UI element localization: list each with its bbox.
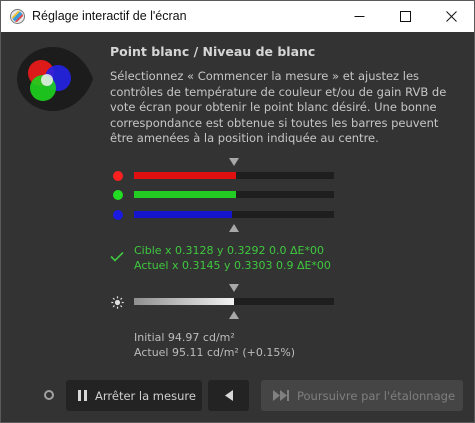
page-title: Point blanc / Niveau de blanc: [110, 44, 316, 59]
green-bar-fill: [134, 191, 236, 198]
stop-measurement-label: Arrêter la mesure: [95, 388, 196, 403]
continue-calibration-button[interactable]: Poursuivre par l'étalonnage: [261, 380, 463, 411]
minimize-icon: [354, 16, 364, 17]
minimize-button[interactable]: [336, 1, 382, 32]
actual-values: Actuel x 0.3145 y 0.3303 0.9 ΔE*00: [134, 259, 331, 272]
luminance-target-marker-icon: [229, 284, 239, 292]
blue-dot-icon: [113, 210, 123, 220]
green-dot-icon: [113, 190, 123, 200]
luminance-bar-fill: [134, 298, 234, 305]
maximize-icon: [399, 11, 411, 22]
rgb-target-marker-bottom-icon: [229, 224, 239, 232]
luminance-actual: Actuel 95.11 cd/m² (+0.15%): [134, 346, 296, 359]
close-icon: [445, 11, 457, 22]
red-bar-fill: [134, 172, 236, 179]
close-button[interactable]: [428, 1, 474, 32]
window-title: Réglage interactif de l'écran: [32, 9, 187, 23]
title-bar: Réglage interactif de l'écran: [1, 1, 474, 32]
luminance-bar: [134, 298, 334, 305]
rgb-logo-icon: [17, 47, 93, 111]
target-values: Cible x 0.3128 y 0.3292 0.0 ΔE*00: [134, 244, 324, 257]
status-indicator-icon: [44, 390, 54, 400]
red-bar: [134, 172, 334, 179]
skip-forward-icon: [273, 390, 289, 401]
maximize-button[interactable]: [382, 1, 428, 32]
back-button[interactable]: [208, 380, 249, 411]
red-dot-icon: [113, 171, 123, 181]
luminance-initial: Initial 94.97 cd/m²: [134, 331, 235, 344]
app-icon: [10, 9, 25, 24]
back-triangle-icon: [224, 390, 233, 401]
continue-calibration-label: Poursuivre par l'étalonnage: [297, 388, 456, 403]
pause-icon: [78, 390, 87, 401]
rgb-target-marker-icon: [229, 158, 239, 166]
blue-bar-fill: [134, 211, 232, 218]
instructions-text: Sélectionnez « Commencer la mesure » et …: [110, 69, 447, 145]
green-bar: [134, 191, 334, 198]
luminance-target-marker-bottom-icon: [229, 311, 239, 319]
checkmark-icon: [110, 251, 124, 262]
stop-measurement-button[interactable]: Arrêter la mesure: [66, 380, 202, 411]
dialog-window: Réglage interactif de l'écran Point blan…: [0, 0, 475, 423]
brightness-sun-icon: [111, 296, 124, 309]
blue-bar: [134, 211, 334, 218]
